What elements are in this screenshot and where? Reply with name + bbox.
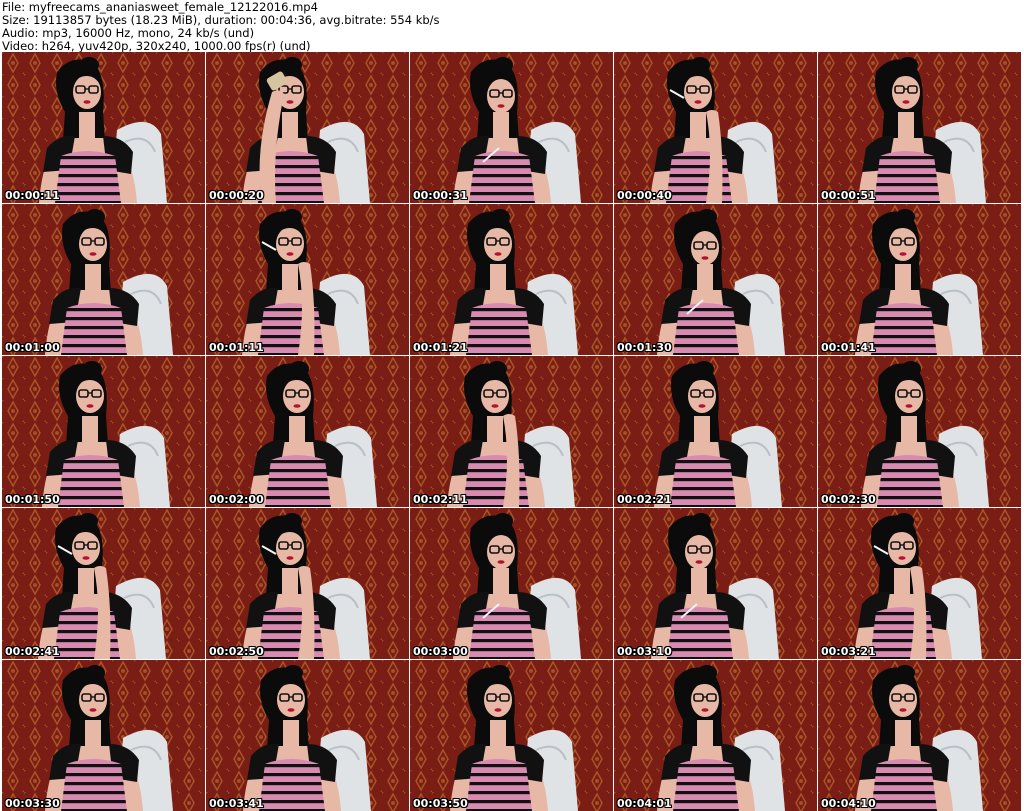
thumbnail-frame-image [206, 52, 409, 203]
video-thumbnail: 00:01:11 [206, 204, 409, 355]
thumbnail-timestamp: 00:00:51 [821, 189, 876, 202]
thumbnail-timestamp: 00:02:41 [5, 645, 60, 658]
video-thumbnail: 00:03:10 [614, 508, 817, 659]
thumbnail-timestamp: 00:00:31 [413, 189, 468, 202]
thumbnail-timestamp: 00:02:50 [209, 645, 264, 658]
thumbnail-frame-image [614, 508, 817, 659]
thumbnail-frame-image [818, 660, 1021, 811]
thumbnail-frame-image [410, 356, 613, 507]
thumbnail-timestamp: 00:02:21 [617, 493, 672, 506]
thumbnail-frame-image [2, 660, 205, 811]
thumbnail-frame-image [614, 52, 817, 203]
video-thumbnail: 00:03:30 [2, 660, 205, 811]
thumbnail-timestamp: 00:03:00 [413, 645, 468, 658]
video-thumbnail: 00:00:40 [614, 52, 817, 203]
thumbnail-timestamp: 00:01:50 [5, 493, 60, 506]
thumbnail-timestamp: 00:01:41 [821, 341, 876, 354]
thumbnail-timestamp: 00:03:50 [413, 797, 468, 810]
video-thumbnail: 00:02:21 [614, 356, 817, 507]
thumbnail-frame-image [206, 356, 409, 507]
thumbnail-timestamp: 00:00:40 [617, 189, 672, 202]
video-thumbnail: 00:01:41 [818, 204, 1021, 355]
video-thumbnail: 00:04:01 [614, 660, 817, 811]
thumbnail-timestamp: 00:04:10 [821, 797, 876, 810]
video-thumbnail: 00:01:00 [2, 204, 205, 355]
thumbnail-frame-image [818, 52, 1021, 203]
thumbnail-timestamp: 00:02:00 [209, 493, 264, 506]
thumbnail-frame-image [206, 204, 409, 355]
thumbnail-timestamp: 00:03:21 [821, 645, 876, 658]
thumbnail-timestamp: 00:02:11 [413, 493, 468, 506]
thumbnail-timestamp: 00:04:01 [617, 797, 672, 810]
video-thumbnail: 00:01:21 [410, 204, 613, 355]
video-thumbnail: 00:02:11 [410, 356, 613, 507]
thumbnail-frame-image [614, 356, 817, 507]
thumbnail-timestamp: 00:03:41 [209, 797, 264, 810]
video-thumbnail: 00:01:30 [614, 204, 817, 355]
thumbnail-timestamp: 00:03:30 [5, 797, 60, 810]
thumbnail-timestamp: 00:01:11 [209, 341, 264, 354]
thumbnail-frame-image [410, 660, 613, 811]
video-thumbnail: 00:00:51 [818, 52, 1021, 203]
thumbnail-frame-image [614, 204, 817, 355]
thumbnail-frame-image [206, 508, 409, 659]
thumbnail-frame-image [818, 204, 1021, 355]
video-thumbnail: 00:00:20 [206, 52, 409, 203]
thumbnail-frame-image [2, 508, 205, 659]
video-thumbnail: 00:03:50 [410, 660, 613, 811]
video-thumbnail: 00:02:41 [2, 508, 205, 659]
thumbnail-frame-image [2, 356, 205, 507]
thumbnail-frame-image [206, 660, 409, 811]
video-thumbnail: 00:00:31 [410, 52, 613, 203]
video-thumbnail: 00:02:00 [206, 356, 409, 507]
thumbnail-timestamp: 00:02:30 [821, 493, 876, 506]
thumbnail-frame-image [410, 52, 613, 203]
thumbnail-timestamp: 00:00:11 [5, 189, 60, 202]
thumbnail-frame-image [410, 508, 613, 659]
thumbnail-frame-image [818, 508, 1021, 659]
thumbnail-timestamp: 00:01:21 [413, 341, 468, 354]
thumbnail-frame-image [818, 356, 1021, 507]
thumbnail-timestamp: 00:01:00 [5, 341, 60, 354]
thumbnail-frame-image [2, 204, 205, 355]
thumbnail-frame-image [614, 660, 817, 811]
video-thumbnail: 00:00:11 [2, 52, 205, 203]
video-thumbnail: 00:03:41 [206, 660, 409, 811]
video-thumbnail: 00:04:10 [818, 660, 1021, 811]
thumbnail-frame-image [2, 52, 205, 203]
video-thumbnail: 00:03:21 [818, 508, 1021, 659]
thumbnail-grid: 00:00:11 00:00:20 00:00:31 00:00:40 00:00:51… [0, 52, 1024, 811]
video-thumbnail: 00:02:50 [206, 508, 409, 659]
video-thumbnail: 00:01:50 [2, 356, 205, 507]
video-info-header: File: myfreecams_ananiasweet_female_1212… [0, 0, 1024, 53]
video-thumbnail: 00:02:30 [818, 356, 1021, 507]
video-thumbnail: 00:03:00 [410, 508, 613, 659]
thumbnail-timestamp: 00:00:20 [209, 189, 264, 202]
thumbnail-timestamp: 00:01:30 [617, 341, 672, 354]
thumbnail-frame-image [410, 204, 613, 355]
thumbnail-timestamp: 00:03:10 [617, 645, 672, 658]
